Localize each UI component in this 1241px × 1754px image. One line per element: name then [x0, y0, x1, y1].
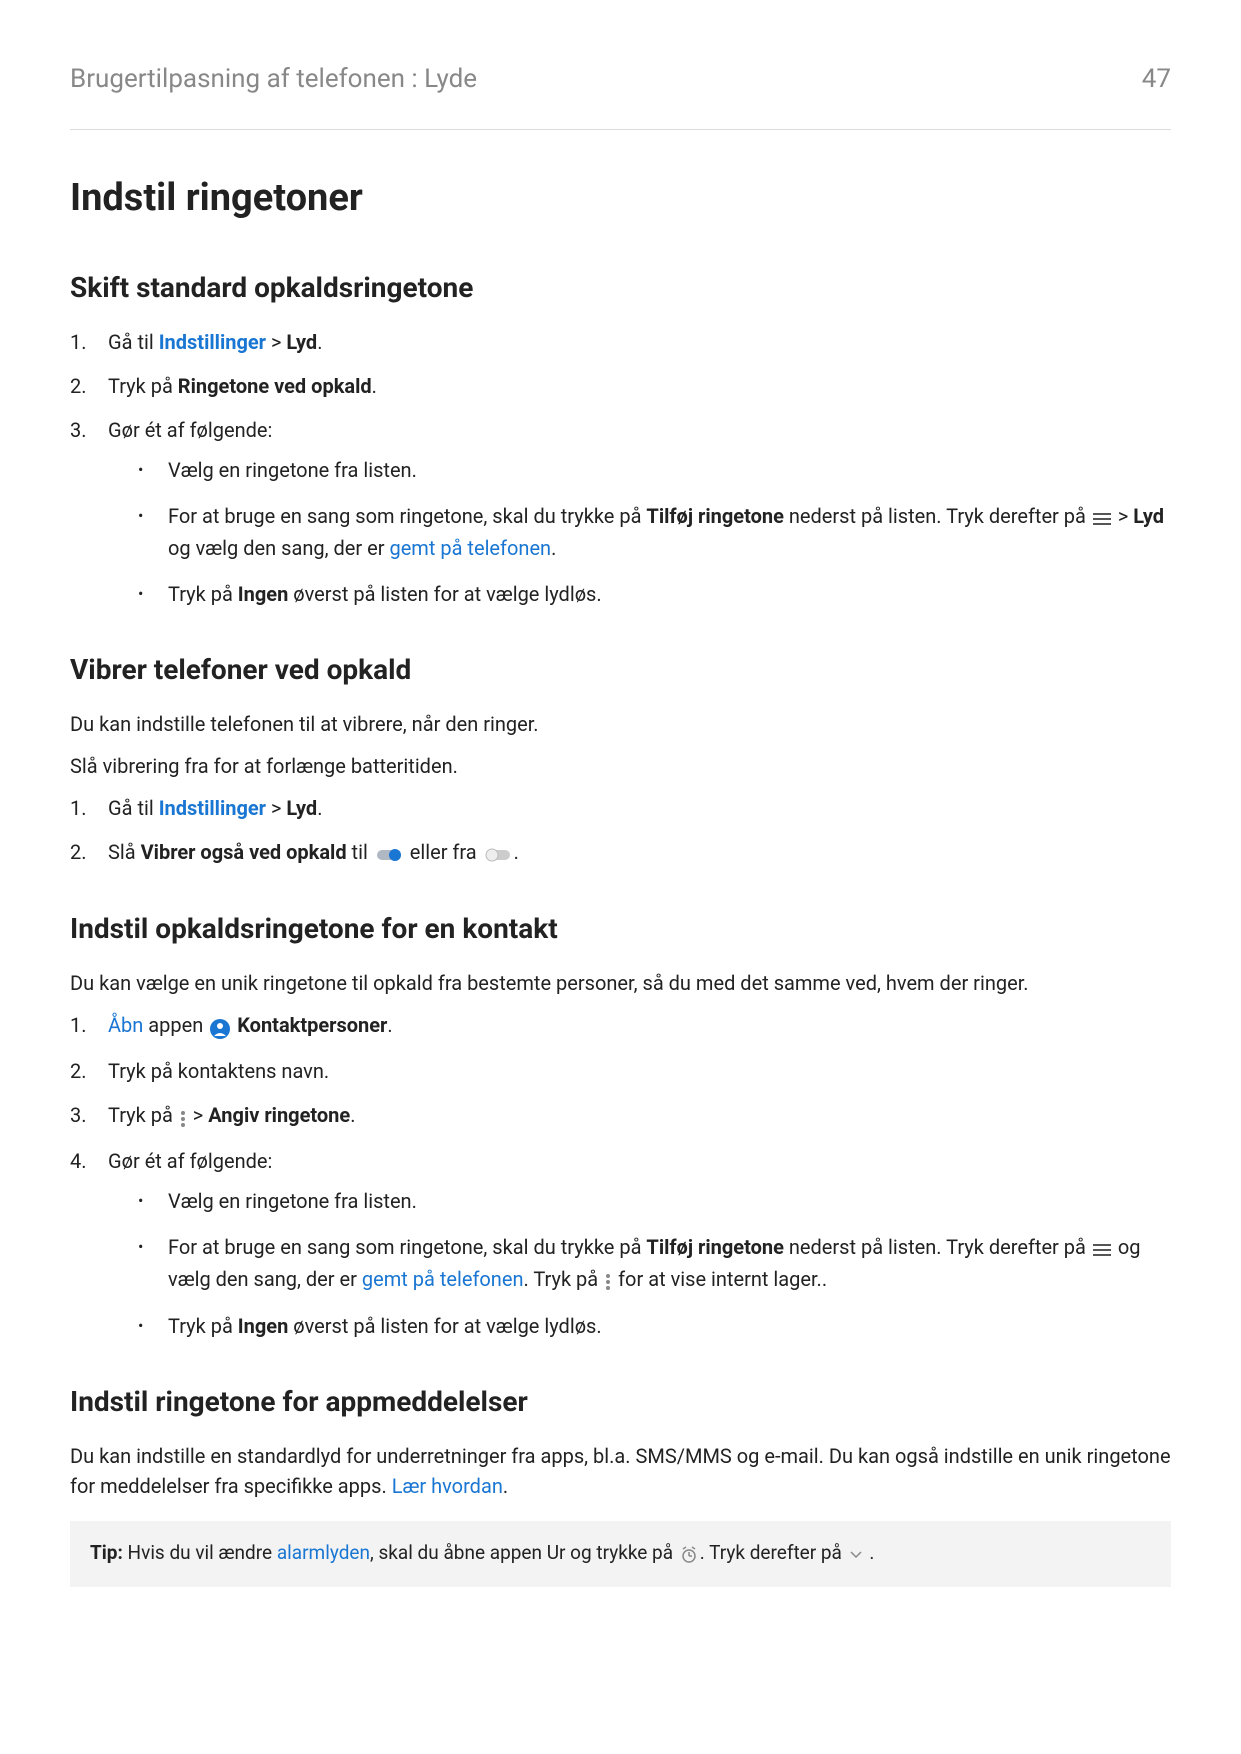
paragraph: Du kan indstille telefonen til at vibrer… — [70, 709, 1171, 739]
step-item: Tryk på Ringetone ved opkald. — [70, 371, 1171, 401]
step-item: Gør ét af følgende: Vælg en ringetone fr… — [70, 1146, 1171, 1341]
step-item: Tryk på > Angiv ringetone. — [70, 1100, 1171, 1132]
section-heading-vibrate: Vibrer telefoner ved opkald — [70, 649, 1171, 691]
list-item: For at bruge en sang som ringetone, skal… — [108, 501, 1171, 563]
step-item: Gå til Indstillinger > Lyd. — [70, 327, 1171, 357]
step-item: Tryk på kontaktens navn. — [70, 1056, 1171, 1086]
paragraph: Du kan indstille en standardlyd for unde… — [70, 1441, 1171, 1501]
section-heading-app-notifications: Indstil ringetone for appmeddelelser — [70, 1381, 1171, 1423]
tip-box: Tip: Hvis du vil ændre alarmlyden, skal … — [70, 1521, 1171, 1586]
chevron-down-icon — [849, 1540, 863, 1569]
hamburger-icon — [1093, 503, 1111, 533]
page-number: 47 — [1142, 60, 1171, 99]
link-alarm-sound[interactable]: alarmlyden — [277, 1541, 370, 1564]
section-heading-contact-ringtone: Indstil opkaldsringetone for en kontakt — [70, 908, 1171, 950]
link-open[interactable]: Åbn — [108, 1013, 143, 1037]
toggle-off-icon — [484, 838, 512, 868]
paragraph: Du kan vælge en unik ringetone til opkal… — [70, 968, 1171, 998]
link-learn-how[interactable]: Lær hvordan — [392, 1474, 503, 1498]
page-title: Indstil ringetoner — [70, 170, 1171, 227]
link-stored-on-phone[interactable]: gemt på telefonen — [362, 1267, 524, 1291]
paragraph: Slå vibrering fra for at forlænge batter… — [70, 751, 1171, 781]
steps-vibrate: Gå til Indstillinger > Lyd. Slå Vibrer o… — [70, 793, 1171, 869]
step-item: Åbn appen Kontaktpersoner. — [70, 1010, 1171, 1042]
section-heading-default-ringtone: Skift standard opkaldsringetone — [70, 267, 1171, 309]
more-vert-icon — [180, 1102, 186, 1132]
list-item: For at bruge en sang som ringetone, skal… — [108, 1232, 1171, 1295]
link-settings[interactable]: Indstillinger — [159, 796, 266, 820]
link-stored-on-phone[interactable]: gemt på telefonen — [389, 536, 551, 560]
list-item: Tryk på Ingen øverst på listen for at væ… — [108, 1311, 1171, 1341]
step-item: Gør ét af følgende: Vælg en ringetone fr… — [70, 415, 1171, 609]
list-item: Vælg en ringetone fra listen. — [108, 1186, 1171, 1216]
step-item: Gå til Indstillinger > Lyd. — [70, 793, 1171, 823]
steps-default-ringtone: Gå til Indstillinger > Lyd. Tryk på Ring… — [70, 327, 1171, 609]
toggle-on-icon — [375, 838, 403, 868]
hamburger-icon — [1093, 1234, 1111, 1264]
breadcrumb: Brugertilpasning af telefonen : Lyde — [70, 60, 477, 99]
page-header: Brugertilpasning af telefonen : Lyde 47 — [70, 60, 1171, 130]
step-item: Slå Vibrer også ved opkald til eller fra… — [70, 837, 1171, 869]
alarm-clock-icon — [680, 1540, 698, 1569]
list-item: Vælg en ringetone fra listen. — [108, 455, 1171, 485]
tip-label: Tip: — [90, 1541, 123, 1564]
steps-contact-ringtone: Åbn appen Kontaktpersoner. Tryk på konta… — [70, 1010, 1171, 1341]
more-vert-icon — [605, 1265, 611, 1295]
contacts-app-icon — [210, 1012, 230, 1042]
list-item: Tryk på Ingen øverst på listen for at væ… — [108, 579, 1171, 609]
link-settings[interactable]: Indstillinger — [159, 330, 266, 354]
